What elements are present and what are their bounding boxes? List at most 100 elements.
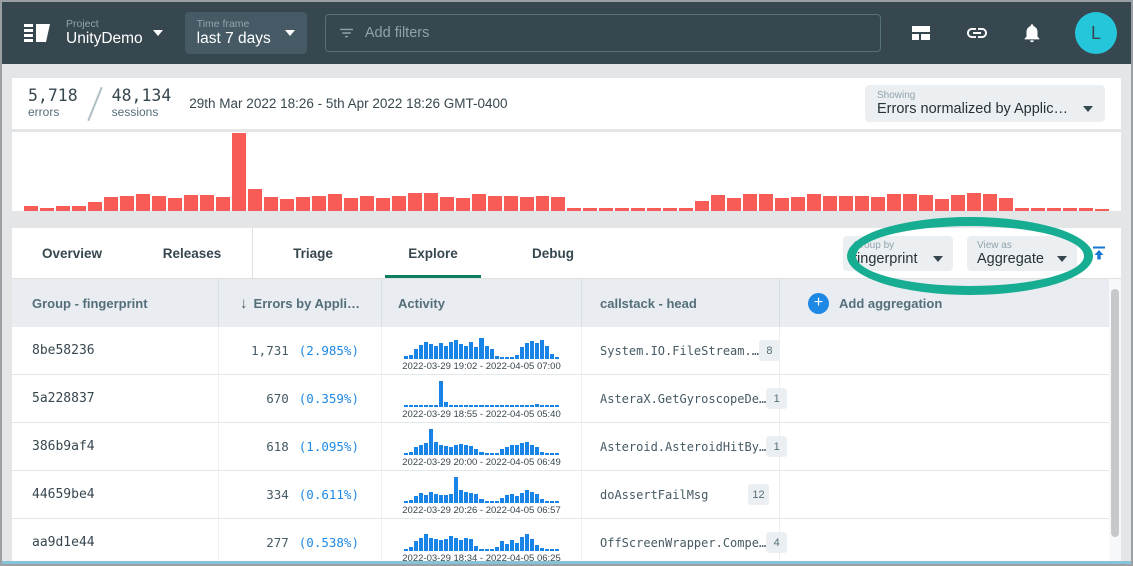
header-fingerprint[interactable]: Group - fingerprint bbox=[12, 279, 219, 327]
user-avatar[interactable]: L bbox=[1075, 12, 1117, 54]
filters-bar[interactable] bbox=[325, 14, 881, 52]
activity-caption: 2022-03-29 20:00 - 2022-04-05 06:49 bbox=[402, 457, 560, 468]
sessions-stat: 48,134 sessions bbox=[112, 87, 172, 120]
project-label: Project bbox=[66, 18, 143, 30]
tab-overview[interactable]: Overview bbox=[12, 228, 132, 278]
showing-selector[interactable]: Showing Errors normalized by Applic… bbox=[865, 85, 1105, 122]
errors-count: 5,718 bbox=[28, 87, 78, 106]
sessions-count: 48,134 bbox=[112, 87, 172, 106]
sort-desc-icon[interactable]: ↓ bbox=[240, 295, 248, 312]
chevron-down-icon bbox=[1057, 256, 1067, 262]
add-aggregation-button[interactable]: + Add aggregation bbox=[780, 279, 1121, 327]
top-bar: Project UnityDemo Time frame last 7 days bbox=[2, 2, 1131, 64]
chevron-down-icon bbox=[153, 30, 163, 36]
frame-count-badge: 8 bbox=[759, 340, 780, 361]
timeframe-label: Time frame bbox=[197, 18, 271, 30]
activity-sparkline bbox=[404, 429, 560, 455]
aggregation-cell bbox=[780, 519, 1121, 566]
activity-sparkline bbox=[404, 525, 560, 551]
scrollbar-thumb[interactable] bbox=[1111, 289, 1119, 537]
sessions-label: sessions bbox=[112, 106, 172, 120]
activity-caption: 2022-03-29 20:26 - 2022-04-05 06:57 bbox=[402, 505, 560, 516]
plus-icon: + bbox=[808, 293, 829, 314]
table-row[interactable]: 8be58236 1,731 (2.985%) 2022-03-29 19:02… bbox=[12, 327, 1121, 375]
filter-icon bbox=[338, 24, 355, 42]
activity-cell: 2022-03-29 19:02 - 2022-04-05 07:00 bbox=[382, 327, 582, 374]
errors-histogram[interactable] bbox=[24, 133, 1109, 211]
activity-cell: 2022-03-29 20:26 - 2022-04-05 06:57 bbox=[382, 471, 582, 518]
project-selector[interactable]: Project UnityDemo bbox=[66, 18, 163, 48]
activity-cell: 2022-03-29 20:00 - 2022-04-05 06:49 bbox=[382, 423, 582, 470]
activity-caption: 2022-03-29 18:55 - 2022-04-05 05:40 bbox=[402, 409, 560, 420]
table-row[interactable]: 386b9af4 618 (1.095%) 2022-03-29 20:00 -… bbox=[12, 423, 1121, 471]
fingerprint-cell[interactable]: 44659be4 bbox=[12, 471, 219, 518]
app-window: Project UnityDemo Time frame last 7 days bbox=[0, 0, 1133, 566]
fingerprint-cell[interactable]: 5a228837 bbox=[12, 375, 219, 422]
errors-cell: 334 (0.611%) bbox=[219, 471, 382, 518]
table-header: Group - fingerprint ↓ Errors by Appli… A… bbox=[12, 279, 1121, 327]
tab-explore[interactable]: Explore bbox=[373, 228, 493, 278]
showing-value: Errors normalized by Applic… bbox=[877, 101, 1068, 117]
activity-cell: 2022-03-29 18:34 - 2022-04-05 06:25 bbox=[382, 519, 582, 566]
aggregation-cell bbox=[780, 423, 1121, 470]
activity-sparkline bbox=[404, 477, 560, 503]
activity-cell: 2022-03-29 18:55 - 2022-04-05 05:40 bbox=[382, 375, 582, 422]
table-row[interactable]: 44659be4 334 (0.611%) 2022-03-29 20:26 -… bbox=[12, 471, 1121, 519]
group-by-selector[interactable]: Group by fingerprint bbox=[843, 236, 953, 271]
activity-sparkline bbox=[404, 333, 560, 359]
view-as-selector[interactable]: View as Aggregate bbox=[967, 236, 1077, 271]
fingerprint-cell[interactable]: 8be58236 bbox=[12, 327, 219, 374]
tab-debug[interactable]: Debug bbox=[493, 228, 613, 278]
main-panel: Overview Releases Triage Explore Debug G… bbox=[12, 228, 1121, 561]
view-as-value: Aggregate bbox=[977, 251, 1044, 267]
horizontal-scrollbar[interactable] bbox=[2, 561, 1131, 564]
tab-controls: Group by fingerprint View as Aggregate bbox=[843, 236, 1121, 271]
collapse-to-top-icon[interactable] bbox=[1091, 245, 1107, 261]
avatar-letter: L bbox=[1091, 23, 1101, 44]
aggregation-cell bbox=[780, 327, 1121, 374]
callstack-cell: Asteroid.AsteroidHitBy… 1 bbox=[582, 423, 780, 470]
chevron-down-icon bbox=[933, 256, 943, 262]
activity-sparkline bbox=[404, 381, 560, 407]
callstack-cell: OffScreenWrapper.Compe… 4 bbox=[582, 519, 780, 566]
table-row[interactable]: aa9d1e44 277 (0.538%) 2022-03-29 18:34 -… bbox=[12, 519, 1121, 566]
table-row[interactable]: 5a228837 670 (0.359%) 2022-03-29 18:55 -… bbox=[12, 375, 1121, 423]
header-errors[interactable]: ↓ Errors by Appli… bbox=[219, 279, 382, 327]
notifications-bell-icon[interactable] bbox=[1021, 22, 1043, 44]
showing-label: Showing bbox=[877, 90, 1093, 101]
errors-cell: 618 (1.095%) bbox=[219, 423, 382, 470]
aggregation-cell bbox=[780, 471, 1121, 518]
slash-divider bbox=[87, 86, 102, 120]
callstack-cell: AsteraX.GetGyroscopeDe… 1 bbox=[582, 375, 780, 422]
chevron-down-icon bbox=[1083, 106, 1093, 112]
backtrace-logo-icon bbox=[22, 21, 52, 45]
add-filters-input[interactable] bbox=[365, 25, 868, 41]
errors-cell: 1,731 (2.985%) bbox=[219, 327, 382, 374]
callstack-cell: System.IO.FileStream.… 8 bbox=[582, 327, 780, 374]
errors-label: errors bbox=[28, 106, 78, 120]
date-range: 29th Mar 2022 18:26 - 5th Apr 2022 18:26… bbox=[189, 96, 507, 111]
callstack-cell: doAssertFailMsg 12 bbox=[582, 471, 780, 518]
link-icon[interactable] bbox=[965, 21, 989, 45]
frame-count-badge: 12 bbox=[748, 484, 769, 505]
tab-bar: Overview Releases Triage Explore Debug G… bbox=[12, 228, 1121, 279]
errors-stat: 5,718 errors bbox=[28, 87, 78, 120]
header-activity[interactable]: Activity bbox=[382, 279, 582, 327]
tab-releases[interactable]: Releases bbox=[132, 228, 252, 278]
header-callstack[interactable]: callstack - head bbox=[582, 279, 780, 327]
errors-cell: 277 (0.538%) bbox=[219, 519, 382, 566]
tab-triage[interactable]: Triage bbox=[253, 228, 373, 278]
timeframe-value: last 7 days bbox=[197, 30, 271, 48]
summary-card: 5,718 errors 48,134 sessions 29th Mar 20… bbox=[12, 78, 1121, 129]
errors-cell: 670 (0.359%) bbox=[219, 375, 382, 422]
dashboard-icon[interactable] bbox=[909, 21, 933, 45]
fingerprint-cell[interactable]: 386b9af4 bbox=[12, 423, 219, 470]
fingerprint-cell[interactable]: aa9d1e44 bbox=[12, 519, 219, 566]
group-by-label: Group by bbox=[853, 240, 943, 251]
chevron-down-icon bbox=[285, 30, 295, 36]
view-as-label: View as bbox=[977, 240, 1067, 251]
timeframe-selector[interactable]: Time frame last 7 days bbox=[185, 12, 307, 54]
topbar-actions: L bbox=[909, 12, 1117, 54]
group-by-value: fingerprint bbox=[853, 251, 917, 267]
vertical-scrollbar[interactable] bbox=[1109, 279, 1121, 561]
